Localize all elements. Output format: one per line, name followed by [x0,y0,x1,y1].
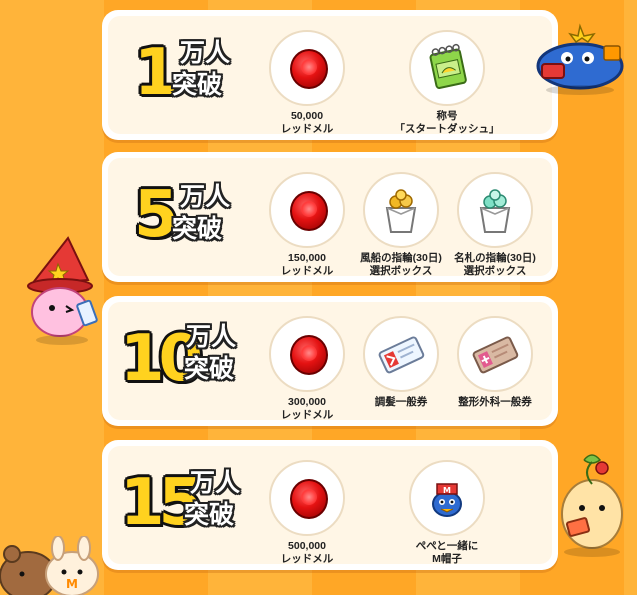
reward-label: M帽子 [432,553,462,565]
reward-label: 称号 [436,110,458,122]
milestone-unit: 万人 [180,39,231,67]
reward-item: 500,000 レッドメル [252,460,362,566]
milestone-unit: 万人 [190,469,241,497]
gold-ring-box-icon [363,172,439,248]
milestone-panel-10: 10 万人 突破 300,000 レッドメル 調髪一般券 整形外科一般券 [102,296,558,426]
reward-amount: 50,000 [290,110,324,122]
red-mel-coin-icon [269,30,345,106]
milestone-heading: 1 万人 突破 [120,34,260,116]
witch-character-icon [27,236,98,345]
milestone-panel-5: 5 万人 突破 150,000 レッドメル 風船の指輪(30日) 選択ボックス [102,152,558,282]
milestone-panel-15: 15 万人 突破 500,000 レッドメル M ぺぺと一緒に M帽子 [102,440,558,570]
milestone-unit: 万人 [186,323,237,351]
reward-item: 50,000 レッドメル [252,30,362,136]
reward-item: 整形外科一般券 [440,316,550,409]
svg-text:M: M [66,577,78,591]
milestone-suffix: 突破 [184,501,235,529]
milestone-unit: 万人 [180,183,231,211]
red-mel-coin-icon [269,460,345,536]
reward-label: 「スタートダッシュ」 [394,123,500,135]
reward-label: レッドメル [280,123,334,135]
svg-text:M: M [443,486,451,495]
milestone-suffix: 突破 [184,355,235,383]
milestone-number: 5 [134,178,178,252]
reward-item: M ぺぺと一緒に M帽子 [392,460,502,566]
milestone-suffix: 突破 [172,71,223,99]
bear-and-bunny-characters-icon: M [0,536,99,595]
reward-label: レッドメル [280,409,334,421]
milestone-number: 1 [134,36,178,110]
milestone-heading: 10 万人 突破 [120,320,260,402]
mint-ring-box-icon [457,172,533,248]
reward-item: 称号 「スタートダッシュ」 [392,30,502,136]
hair-coupon-icon [363,316,439,392]
radish-character-icon [561,454,623,557]
milestone-heading: 5 万人 突破 [120,176,260,258]
title-notebook-icon [409,30,485,106]
red-mel-coin-icon [269,172,345,248]
reward-label: レッドメル [280,553,334,565]
pepe-character-icon [536,23,624,95]
reward-label: 名札の指輪(30日) [454,252,536,264]
face-coupon-icon [457,316,533,392]
reward-label: 選択ボックス [463,265,527,277]
red-mel-coin-icon [269,316,345,392]
milestone-panel-1: 1 万人 突破 50,000 レッドメル 称号 「スタートダッシュ」 [102,10,558,140]
milestone-suffix: 突破 [172,215,223,243]
pepe-m-hat-icon: M [409,460,485,536]
reward-label: ぺぺと一緒に [415,540,479,552]
reward-amount: 500,000 [288,540,326,552]
reward-item: 名札の指輪(30日) 選択ボックス [440,172,550,278]
reward-label: 整形外科一般券 [458,396,532,408]
milestone-heading: 15 万人 突破 [120,464,260,546]
